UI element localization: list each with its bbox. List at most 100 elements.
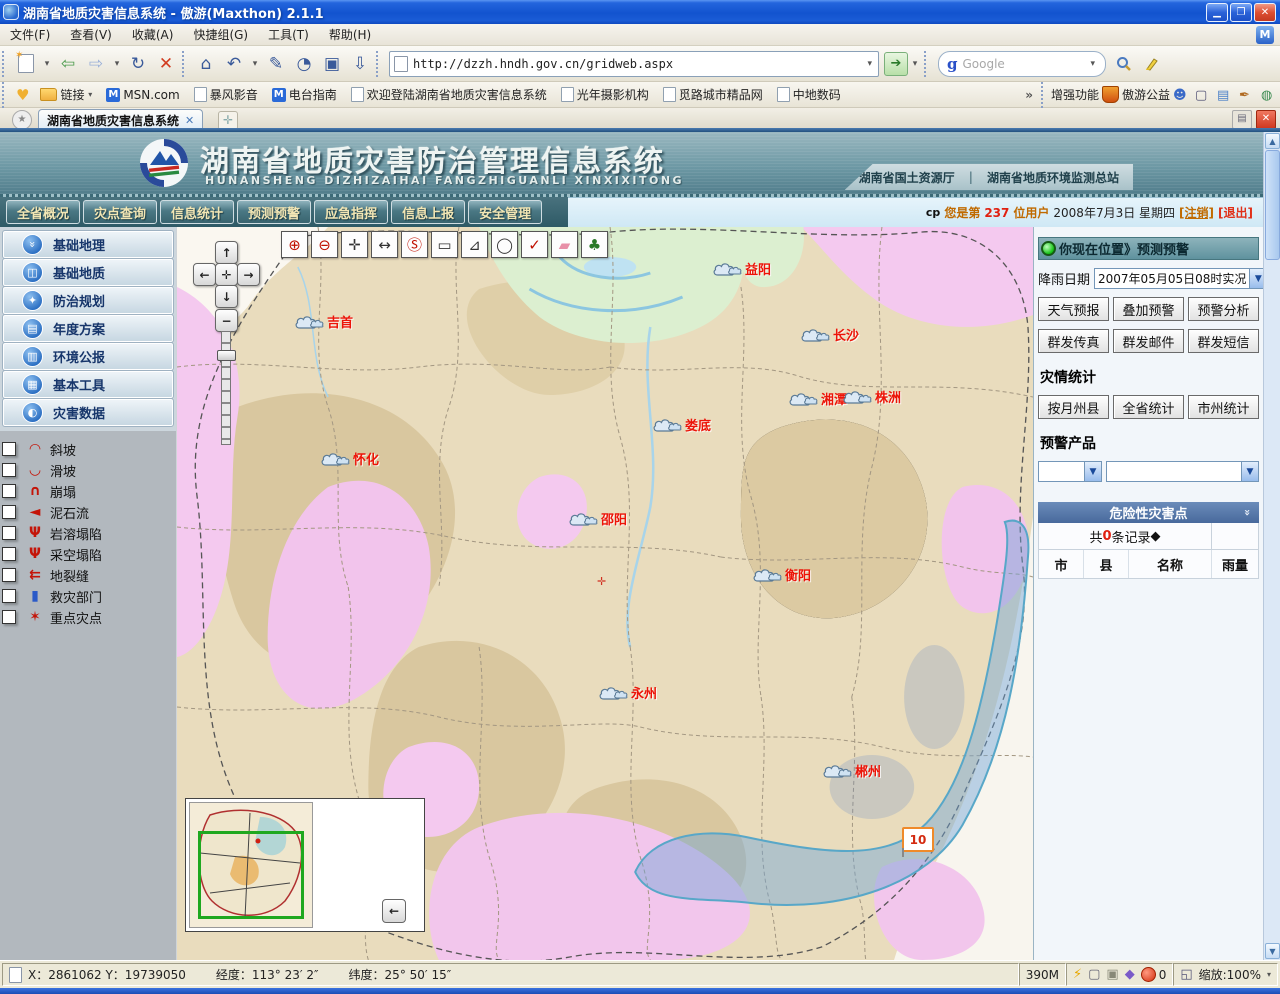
window-icon[interactable]: ▢ <box>1195 88 1211 102</box>
layer-checkbox[interactable] <box>2 568 16 582</box>
province-stats-button[interactable]: 全省统计 <box>1113 395 1184 419</box>
charity-link[interactable]: 傲游公益 <box>1122 86 1170 103</box>
ad-block-icon[interactable]: ◆ <box>1125 967 1135 982</box>
layer-checkbox[interactable] <box>2 505 16 519</box>
overlay-warning-button[interactable]: 叠加预警 <box>1113 297 1184 321</box>
menu-favorites[interactable]: 收藏(A) <box>122 26 184 43</box>
minimap-viewport[interactable] <box>198 831 304 919</box>
warning-flag[interactable]: 10 <box>902 827 934 852</box>
city-marker-娄底[interactable]: 娄底 <box>651 415 711 434</box>
close-button[interactable]: ✕ <box>1254 3 1276 22</box>
menu-view[interactable]: 查看(V) <box>60 26 122 43</box>
link-milu[interactable]: 觅路城市精品网 <box>663 86 763 103</box>
city-marker-益阳[interactable]: 益阳 <box>711 259 771 278</box>
minimap-collapse-button[interactable]: ← <box>382 899 406 923</box>
sidebar-item-annual-plan[interactable]: ▤年度方案 <box>3 315 173 342</box>
undo-dropdown[interactable]: ▾ <box>249 51 261 77</box>
nav-tab-security[interactable]: 安全管理 <box>468 200 542 224</box>
city-marker-怀化[interactable]: 怀化 <box>319 449 379 468</box>
city-stats-button[interactable]: 市州统计 <box>1188 395 1259 419</box>
zoom-slider-handle[interactable] <box>217 350 236 361</box>
menu-file[interactable]: 文件(F) <box>0 26 60 43</box>
tab-close-icon[interactable]: ✕ <box>185 114 194 127</box>
zoom-dropdown-icon[interactable]: ▾ <box>1267 970 1271 979</box>
links-folder[interactable]: 链接 ▾ <box>40 86 92 103</box>
home-icon[interactable]: ⌂ <box>193 51 219 77</box>
plugins-link[interactable]: 增强功能 <box>1051 86 1099 103</box>
bulk-email-button[interactable]: 群发邮件 <box>1113 329 1184 353</box>
zoom-out-button[interactable]: ⊖ <box>311 231 338 258</box>
zoom-minus-button[interactable]: − <box>215 309 238 332</box>
danger-points-header[interactable]: 危险性灾害点 » <box>1038 502 1259 523</box>
search-icon[interactable] <box>1111 51 1137 77</box>
nav-tab-overview[interactable]: 全省概况 <box>6 200 80 224</box>
danger-chevrons-icon[interactable]: » <box>1241 509 1254 516</box>
window-list-icon[interactable]: ▣ <box>319 51 345 77</box>
search-box[interactable]: g Google ▾ <box>938 51 1106 77</box>
measure-button[interactable]: ↔ <box>371 231 398 258</box>
pan-down-button[interactable]: ↓ <box>215 285 238 308</box>
city-marker-永州[interactable]: 永州 <box>597 683 657 702</box>
city-marker-邵阳[interactable]: 邵阳 <box>567 509 627 528</box>
warning-analysis-button[interactable]: 预警分析 <box>1188 297 1259 321</box>
link-radio[interactable]: M电台指南 <box>272 86 337 103</box>
link-baofeng[interactable]: 暴风影音 <box>194 86 258 103</box>
product-type-select[interactable]: ▼ <box>1038 461 1102 482</box>
menu-groups[interactable]: 快捷组(G) <box>183 26 258 43</box>
tab-star-icon[interactable]: ★ <box>12 110 32 130</box>
legend-tree-button[interactable]: ♣ <box>581 231 608 258</box>
scroll-down-icon[interactable]: ▼ <box>1265 943 1280 959</box>
mark-point-button[interactable]: ✓ <box>521 231 548 258</box>
nav-tab-query[interactable]: 灾点查询 <box>83 200 157 224</box>
undo-icon[interactable]: ↶ <box>221 51 247 77</box>
city-marker-湘潭[interactable]: 湘潭 <box>787 389 847 408</box>
bulk-fax-button[interactable]: 群发传真 <box>1038 329 1109 353</box>
vertical-scrollbar[interactable]: ▲ ▼ <box>1263 132 1280 960</box>
brush-icon[interactable]: ✒ <box>1239 88 1255 102</box>
boost-icon[interactable]: ⚡ <box>1073 967 1082 982</box>
layer-checkbox[interactable] <box>2 526 16 540</box>
city-marker-长沙[interactable]: 长沙 <box>799 325 859 344</box>
eraser-button[interactable]: ▰ <box>551 231 578 258</box>
link-land-resources[interactable]: 湖南省国土资源厅 <box>859 169 955 186</box>
minimize-button[interactable]: ▁ <box>1206 3 1228 22</box>
stop-icon[interactable]: ✕ <box>153 51 179 77</box>
pan-center-button[interactable]: ✛ <box>215 263 238 286</box>
close-tab-button[interactable]: ✕ <box>1256 110 1276 129</box>
url-text[interactable]: http://dzzh.hndh.gov.cn/gridweb.aspx <box>413 57 865 71</box>
city-marker-衡阳[interactable]: 衡阳 <box>751 565 811 584</box>
city-marker-吉首[interactable]: 吉首 <box>293 312 353 331</box>
select-rect-button[interactable]: ▭ <box>431 231 458 258</box>
links-overflow-chevron[interactable]: » <box>1025 88 1033 102</box>
sidebar-item-basic-tools[interactable]: ▦基本工具 <box>3 371 173 398</box>
new-page-button[interactable]: ✶ <box>13 51 39 77</box>
address-bar[interactable]: http://dzzh.hndh.gov.cn/gridweb.aspx ▾ <box>389 51 879 77</box>
go-button[interactable]: ➔ <box>884 52 908 76</box>
skin-icon[interactable]: M <box>1256 26 1274 44</box>
maximize-button[interactable]: ❐ <box>1230 3 1252 22</box>
active-tab[interactable]: 湖南省地质灾害信息系统 ✕ <box>38 109 203 130</box>
tab-list-icon[interactable]: ▤ <box>1232 110 1252 129</box>
link-msn[interactable]: MMSN.com <box>106 88 179 102</box>
layer-checkbox[interactable] <box>2 463 16 477</box>
nav-tab-forecast[interactable]: 预测预警 <box>237 200 311 224</box>
sidebar-item-disaster-data[interactable]: ◐灾害数据 <box>3 399 173 426</box>
scale-button[interactable]: Ⓢ <box>401 231 428 258</box>
forward-icon[interactable]: ⇨ <box>83 51 109 77</box>
layer-checkbox[interactable] <box>2 484 16 498</box>
notes-icon[interactable]: ▤ <box>1217 88 1233 102</box>
magic-fill-icon[interactable]: ✎ <box>263 51 289 77</box>
search-input[interactable]: Google <box>963 57 1089 71</box>
blocked-counter[interactable]: 0 <box>1141 967 1167 982</box>
zoom-in-button[interactable]: ⊕ <box>281 231 308 258</box>
city-marker-郴州[interactable]: 郴州 <box>821 761 881 780</box>
layer-checkbox[interactable] <box>2 589 16 603</box>
nav-tab-emergency[interactable]: 应急指挥 <box>314 200 388 224</box>
city-marker-株洲[interactable]: 株洲 <box>841 387 901 406</box>
link-hunan-geo[interactable]: 欢迎登陆湖南省地质灾害信息系统 <box>351 86 547 103</box>
highlight-icon[interactable] <box>1139 51 1165 77</box>
pan-up-button[interactable]: ↑ <box>215 241 238 264</box>
favorites-heart-icon[interactable]: ♥ <box>16 86 29 104</box>
nav-tab-report[interactable]: 信息上报 <box>391 200 465 224</box>
rain-date-select[interactable]: 2007年05月05日08时实况 ▼ <box>1094 268 1267 289</box>
